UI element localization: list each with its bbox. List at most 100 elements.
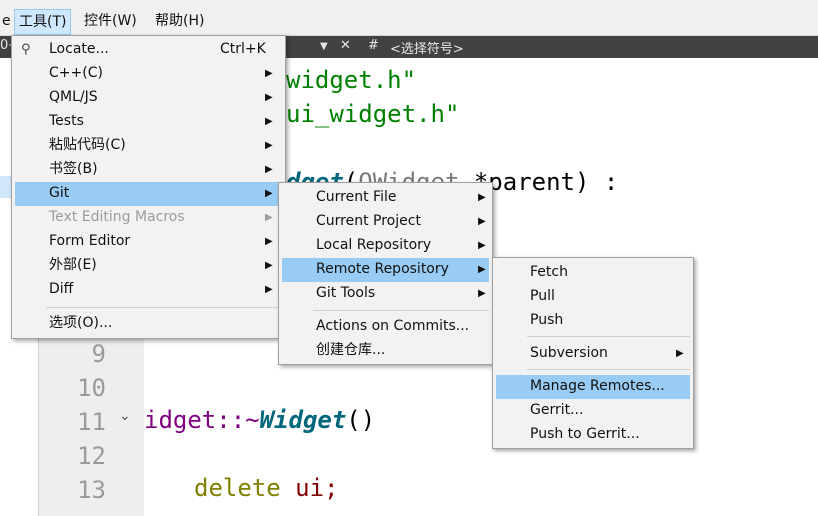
menu-item-current-file[interactable]: Current File ▶	[282, 186, 489, 210]
submenu-arrow-icon: ▶	[265, 116, 273, 127]
menu-item-actions-on-commits[interactable]: Actions on Commits...	[282, 315, 489, 339]
close-icon[interactable]: ✕	[340, 38, 351, 53]
menu-item-label: QML/JS	[49, 89, 98, 105]
symbol-selector[interactable]: <选择符号>	[390, 38, 464, 57]
menu-item-label: 书签(B)	[49, 161, 98, 177]
submenu-arrow-icon: ▶	[478, 216, 486, 227]
menu-item-label: 选项(O)...	[49, 315, 113, 331]
line-number: 11	[77, 408, 106, 436]
menu-item-manage-remotes[interactable]: Manage Remotes...	[496, 375, 690, 399]
menu-item-fetch[interactable]: Fetch	[496, 261, 690, 285]
menu-item-label: Push to Gerrit...	[530, 426, 640, 442]
code-dtor-name: idget::~	[144, 406, 260, 434]
line-number: 13	[77, 476, 106, 504]
menu-item-label: Git	[49, 185, 70, 201]
code-dtor-paren: ()	[346, 406, 376, 434]
menu-item-label: Remote Repository	[316, 261, 449, 277]
menu-item-local-repository[interactable]: Local Repository ▶	[282, 234, 489, 258]
menubar-item-widgets[interactable]: 控件(W)	[80, 9, 141, 35]
menubar-item-tools[interactable]: 工具(T)	[14, 9, 72, 35]
code-include-widget[interactable]: widget.h"	[286, 66, 416, 94]
menu-item-git-tools[interactable]: Git Tools ▶	[282, 282, 489, 306]
menu-item-label: Manage Remotes...	[530, 378, 665, 394]
menu-item-label: Git Tools	[316, 285, 376, 301]
menu-separator	[527, 369, 690, 370]
menu-item-label: Push	[530, 312, 564, 328]
menu-item-label: 粘贴代码(C)	[49, 137, 126, 153]
menu-item-paste-code[interactable]: 粘贴代码(C) ▶	[15, 134, 282, 158]
submenu-arrow-icon: ▶	[478, 264, 486, 275]
submenu-arrow-icon: ▶	[265, 92, 273, 103]
menu-item-label: Fetch	[530, 264, 568, 280]
menubar-item-help[interactable]: 帮助(H)	[151, 9, 208, 35]
code-delete-rest: ui;	[280, 474, 339, 502]
menu-item-push-to-gerrit[interactable]: Push to Gerrit...	[496, 423, 690, 447]
chevron-down-icon[interactable]: ▼	[320, 41, 328, 52]
line-number: 10	[77, 374, 106, 402]
menu-item-label: 创建仓库...	[316, 342, 386, 358]
menu-item-label: Local Repository	[316, 237, 432, 253]
menu-item-label: Subversion	[530, 345, 608, 361]
menu-separator	[313, 310, 489, 311]
submenu-arrow-icon: ▶	[478, 240, 486, 251]
menu-item-locate[interactable]: ⚲ Locate... Ctrl+K	[15, 38, 282, 62]
submenu-arrow-icon: ▶	[265, 236, 273, 247]
submenu-arrow-icon: ▶	[265, 188, 273, 199]
search-icon: ⚲	[21, 42, 31, 57]
menu-item-diff[interactable]: Diff ▶	[15, 278, 282, 302]
menu-item-tests[interactable]: Tests ▶	[15, 110, 282, 134]
menu-item-label: Form Editor	[49, 233, 131, 249]
submenu-arrow-icon: ▶	[676, 348, 684, 359]
menu-item-label: Locate...	[49, 41, 109, 57]
menubar-item-fragment[interactable]: e	[0, 9, 15, 35]
menu-item-label: Diff	[49, 281, 74, 297]
submenu-arrow-icon: ▶	[478, 288, 486, 299]
git-submenu: Current File ▶ Current Project ▶ Local R…	[278, 182, 493, 365]
menu-item-text-editing-macros[interactable]: Text Editing Macros ▶	[15, 206, 282, 230]
code-delete[interactable]: delete ui;	[194, 474, 339, 502]
submenu-arrow-icon: ▶	[478, 192, 486, 203]
menu-item-pull[interactable]: Pull	[496, 285, 690, 309]
menu-item-push[interactable]: Push	[496, 309, 690, 333]
tools-menu: ⚲ Locate... Ctrl+K C++(C) ▶ QML/JS ▶ Tes…	[11, 35, 286, 339]
menu-item-subversion[interactable]: Subversion ▶	[496, 342, 690, 366]
submenu-arrow-icon: ▶	[265, 68, 273, 79]
menu-item-label: Pull	[530, 288, 555, 304]
menu-item-current-project[interactable]: Current Project ▶	[282, 210, 489, 234]
menubar: e 工具(T) 控件(W) 帮助(H)	[0, 0, 818, 36]
code-include-ui-widget[interactable]: ui_widget.h"	[286, 100, 459, 128]
menu-item-remote-repository[interactable]: Remote Repository ▶	[282, 258, 489, 282]
menu-item-external[interactable]: 外部(E) ▶	[15, 254, 282, 278]
menu-item-label: Current File	[316, 189, 397, 205]
menu-item-label: 外部(E)	[49, 257, 97, 273]
submenu-arrow-icon: ▶	[265, 212, 273, 223]
line-number: 12	[77, 442, 106, 470]
menu-item-label: Text Editing Macros	[49, 209, 185, 225]
menu-item-shortcut: Ctrl+K	[220, 41, 266, 57]
menu-item-cpp[interactable]: C++(C) ▶	[15, 62, 282, 86]
menu-item-label: C++(C)	[49, 65, 103, 81]
menu-item-bookmarks[interactable]: 书签(B) ▶	[15, 158, 282, 182]
code-delete-kw: delete	[194, 474, 281, 502]
menu-separator	[46, 307, 282, 308]
menu-item-label: Actions on Commits...	[316, 318, 470, 334]
menu-item-git[interactable]: Git ▶	[15, 182, 282, 206]
menu-item-options[interactable]: 选项(O)...	[15, 312, 282, 336]
code-dtor-fn: Widget	[259, 406, 347, 434]
fold-arrow-icon[interactable]: ⌄	[119, 408, 131, 424]
menu-item-label: Gerrit...	[530, 402, 584, 418]
remote-repository-submenu: Fetch Pull Push Subversion ▶ Manage Remo…	[492, 257, 694, 449]
menu-item-gerrit[interactable]: Gerrit...	[496, 399, 690, 423]
menu-item-form-editor[interactable]: Form Editor ▶	[15, 230, 282, 254]
submenu-arrow-icon: ▶	[265, 164, 273, 175]
submenu-arrow-icon: ▶	[265, 140, 273, 151]
menu-item-label: Current Project	[316, 213, 421, 229]
submenu-arrow-icon: ▶	[265, 284, 273, 295]
code-destructor[interactable]: idget::~Widget()	[144, 406, 375, 434]
menu-item-label: Tests	[49, 113, 84, 129]
line-number: 9	[91, 340, 106, 368]
menu-item-qmljs[interactable]: QML/JS ▶	[15, 86, 282, 110]
submenu-arrow-icon: ▶	[265, 260, 273, 271]
menu-item-create-repository[interactable]: 创建仓库...	[282, 339, 489, 363]
hash-label: #	[368, 38, 379, 53]
